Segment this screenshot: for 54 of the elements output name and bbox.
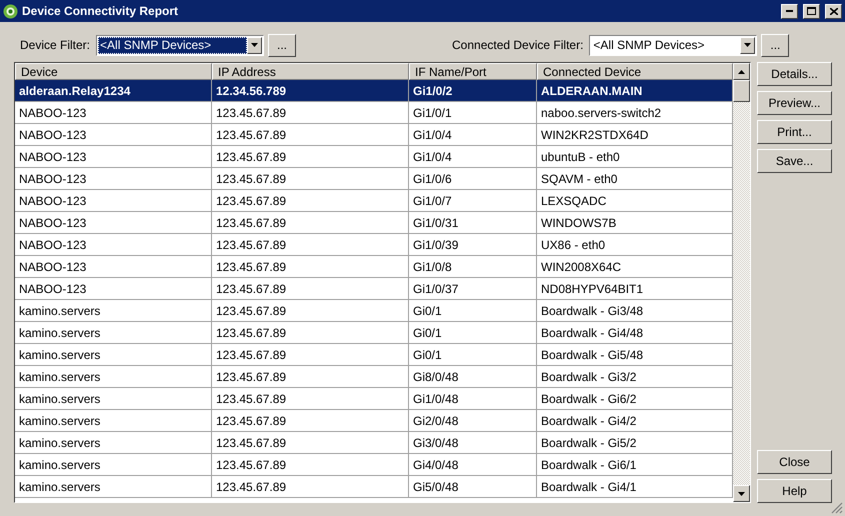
column-header[interactable]: Connected Device	[537, 63, 733, 80]
scroll-up-icon	[738, 70, 745, 74]
table-cell: Gi5/0/48	[409, 476, 537, 498]
maximize-icon	[807, 7, 816, 15]
dialog-button[interactable]: Help	[757, 479, 832, 503]
scrollbar-thumb[interactable]	[733, 80, 750, 102]
table-row[interactable]: NABOO-123 123.45.67.89 Gi1/0/4 ubuntuB - eth0	[15, 146, 733, 168]
filter-dropdown[interactable]: <All SNMP Devices>	[589, 34, 758, 56]
table-cell: kamino.servers	[15, 476, 212, 498]
app-icon	[3, 4, 18, 18]
column-header[interactable]: Device	[15, 63, 212, 80]
dropdown-arrow-icon	[744, 43, 752, 47]
table-row[interactable]: kamino.servers 123.45.67.89 Gi0/1 Boardwalk - Gi5/48	[15, 344, 733, 366]
table-row[interactable]: NABOO-123 123.45.67.89 Gi1/0/4 WIN2KR2STDX64D	[15, 124, 733, 146]
action-button[interactable]: Details...	[757, 62, 832, 86]
table-row[interactable]: kamino.servers 123.45.67.89 Gi4/0/48 Boardwalk - Gi6/1	[15, 454, 733, 476]
browse-button[interactable]: ...	[268, 34, 296, 56]
table-row[interactable]: kamino.servers 123.45.67.89 Gi2/0/48 Boardwalk - Gi4/2	[15, 410, 733, 432]
browse-button[interactable]: ...	[761, 34, 790, 56]
maximize-button[interactable]	[803, 4, 820, 18]
table-row[interactable]: NABOO-123 123.45.67.89 Gi1/0/7 LEXSQADC	[15, 190, 733, 212]
filter-label: Device Filter:	[20, 38, 90, 52]
table-row[interactable]: NABOO-123 123.45.67.89 Gi1/0/8 WIN2008X64C	[15, 256, 733, 278]
table-cell: 123.45.67.89	[212, 476, 409, 498]
table-row[interactable]: kamino.servers 123.45.67.89 Gi1/0/48 Boardwalk - Gi6/2	[15, 388, 733, 410]
vertical-scrollbar[interactable]	[733, 63, 750, 502]
filter-dropdown[interactable]: <All SNMP Devices>	[96, 34, 264, 56]
table-row[interactable]: NABOO-123 123.45.67.89 Gi1/0/1 naboo.servers-switch2	[15, 102, 733, 124]
filter-label: Connected Device Filter:	[452, 38, 584, 52]
close-button[interactable]	[825, 4, 842, 18]
table-row[interactable]: alderaan.Relay1234 12.34.56.789 Gi1/0/2 ALDERAAN.MAIN	[15, 80, 733, 102]
action-button[interactable]: Save...	[757, 149, 832, 173]
table-row[interactable]: NABOO-123 123.45.67.89 Gi1/0/39 UX86 - eth0	[15, 234, 733, 256]
column-header[interactable]: IP Address	[212, 63, 409, 80]
table-row[interactable]: kamino.servers 123.45.67.89 Gi3/0/48 Boardwalk - Gi5/2	[15, 432, 733, 454]
action-button[interactable]: Preview...	[757, 91, 832, 115]
dialog-button[interactable]: Close	[757, 450, 832, 474]
table-cell: Boardwalk - Gi4/1	[537, 476, 733, 498]
action-button[interactable]: Print...	[757, 120, 832, 144]
minimize-button[interactable]	[781, 4, 798, 18]
table-row[interactable]: NABOO-123 123.45.67.89 Gi1/0/37 ND08HYPV64BIT1	[15, 278, 733, 300]
window-title: Device Connectivity Report	[22, 4, 180, 18]
table-row[interactable]: kamino.servers 123.45.67.89 Gi5/0/48 Boardwalk - Gi4/1	[15, 476, 733, 498]
dropdown-arrow-icon	[251, 43, 258, 47]
column-header[interactable]: IF Name/Port	[409, 63, 537, 80]
close-icon	[830, 8, 838, 14]
resize-grip-icon[interactable]	[831, 502, 843, 514]
table-row[interactable]: kamino.servers 123.45.67.89 Gi0/1 Boardwalk - Gi4/48	[15, 322, 733, 344]
table-row[interactable]: kamino.servers 123.45.67.89 Gi0/1 Boardwalk - Gi3/48	[15, 300, 733, 322]
table-row[interactable]: kamino.servers 123.45.67.89 Gi8/0/48 Boardwalk - Gi3/2	[15, 366, 733, 388]
scroll-down-icon	[738, 492, 745, 496]
table-row[interactable]: NABOO-123 123.45.67.89 Gi1/0/31 WINDOWS7B	[15, 212, 733, 234]
minimize-icon	[786, 10, 793, 12]
table-row[interactable]: NABOO-123 123.45.67.89 Gi1/0/6 SQAVM - eth0	[15, 168, 733, 190]
